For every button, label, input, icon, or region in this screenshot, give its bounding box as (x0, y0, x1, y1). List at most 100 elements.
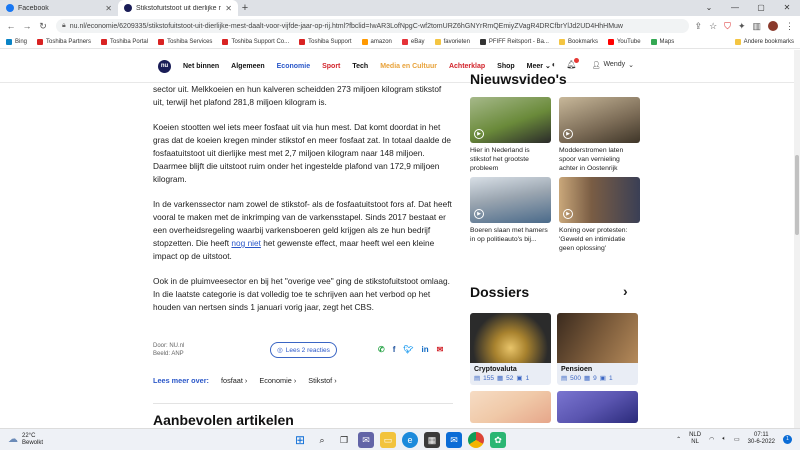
play-icon: ▶ (563, 209, 573, 219)
browser-toolbar-right: ⇪ ☆ ⛉ ✦ ▥ ⋮ (695, 21, 796, 32)
url-input[interactable]: 🔒︎ nu.nl/economie/6209335/stikstofuitsto… (56, 19, 689, 33)
weather-widget[interactable]: ☁ 22°C Bewolkt (8, 433, 43, 447)
profile-avatar-icon[interactable] (768, 21, 778, 31)
lock-icon: 🔒︎ (62, 22, 66, 29)
chevron-right-icon[interactable]: › (623, 283, 628, 299)
bookmark-item[interactable]: Toshiba Support (299, 39, 352, 45)
bookmark-item[interactable]: Bing (6, 39, 27, 45)
nav-shop[interactable]: Shop (497, 63, 515, 70)
dossier-card[interactable]: Pensioen ▤ 500 ▦ 9 ▣ 1 (557, 313, 638, 385)
facebook-icon[interactable]: f (393, 345, 396, 354)
linkedin-icon[interactable]: in (422, 345, 429, 354)
close-window-button[interactable]: ✕ (774, 0, 800, 16)
clock[interactable]: 07:11 30-6-2022 (748, 432, 775, 446)
bookmark-item[interactable]: Toshiba Support Co... (222, 39, 289, 45)
dossier-card[interactable] (470, 391, 551, 423)
video-caption: Hier in Nederland is stikstof het groots… (470, 147, 530, 172)
dark-mode-icon[interactable]: ◐ (552, 60, 557, 69)
reload-button[interactable]: ↻ (36, 21, 50, 32)
tag-link[interactable]: Economie › (259, 376, 296, 385)
inline-link-nog-niet[interactable]: nog niet (231, 238, 261, 248)
folder-icon (434, 39, 441, 45)
edge-icon[interactable]: e (402, 432, 418, 448)
dossiers-heading[interactable]: Dossiers (470, 284, 529, 300)
bookmark-item[interactable]: Toshiba Portal (101, 39, 148, 45)
nav-algemeen[interactable]: Algemeen (231, 63, 264, 70)
read-comments-button[interactable]: ◎ Lees 2 reacties (270, 342, 337, 358)
nav-sport[interactable]: Sport (322, 63, 340, 70)
notifications-bell-icon[interactable]: 🔔︎ (566, 58, 581, 69)
nav-net-binnen[interactable]: Net binnen (183, 63, 219, 70)
nav-meer[interactable]: Meer ⌄ (527, 62, 551, 70)
file-explorer-icon[interactable]: ▭ (380, 432, 396, 448)
video-card[interactable]: ▶ Koning over protesten: 'Geweld en inti… (559, 177, 640, 253)
maximize-button[interactable]: ▢ (748, 0, 774, 16)
tag-link[interactable]: fosfaat › (221, 376, 247, 385)
close-tab-icon[interactable]: ✕ (225, 4, 232, 13)
bookmark-item[interactable]: amazon (361, 39, 392, 45)
store-icon[interactable]: ▦ (424, 432, 440, 448)
photos-icon[interactable]: ✿ (490, 432, 506, 448)
tag-link[interactable]: Stikstof › (308, 376, 336, 385)
volume-icon[interactable]: 🔈︎ (722, 436, 726, 443)
nav-economie[interactable]: Economie (277, 63, 310, 70)
side-panel-icon[interactable]: ▥ (752, 21, 761, 32)
share-icon[interactable]: ⇪ (695, 21, 703, 32)
chevron-right-icon: › (293, 376, 297, 385)
mail-icon[interactable]: ✉ (446, 432, 462, 448)
whatsapp-icon[interactable]: ✆ (378, 345, 385, 354)
article-paragraph: Ook in de pluimveesector en bij het "ove… (153, 276, 450, 312)
search-icon[interactable]: ⌕ (314, 432, 330, 448)
wifi-icon[interactable]: ◠ (709, 436, 714, 443)
bookmark-item[interactable]: Toshiba Partners (37, 39, 91, 45)
bookmarks-bar: Bing Toshiba Partners Toshiba Portal Tos… (0, 36, 800, 49)
videos-heading[interactable]: Nieuwsvideo's (470, 74, 567, 88)
tab-nu-article[interactable]: Stikstofuitstoot uit dierlijke mest daal… (118, 0, 238, 16)
back-button[interactable]: ← (4, 21, 18, 31)
media-icon: ▣ (599, 375, 606, 382)
forward-button[interactable]: → (20, 21, 34, 31)
bookmark-item[interactable]: Maps (650, 39, 674, 45)
other-bookmarks-folder[interactable]: Andere bookmarks (734, 39, 794, 45)
nav-achterklap[interactable]: Achterklap (449, 63, 485, 70)
extensions-puzzle-icon[interactable]: ✦ (738, 21, 746, 32)
nav-media-en-cultuur[interactable]: Media en Cultuur (380, 63, 437, 70)
nav-tech[interactable]: Tech (352, 63, 368, 70)
bookmark-star-icon[interactable]: ☆ (709, 21, 717, 32)
bookmark-item[interactable]: eBay (401, 39, 425, 45)
system-tray: ⌃ NLD NL ◠ 🔈︎ ▭ 07:11 30-6-2022 1 (676, 432, 792, 446)
teams-chat-icon[interactable]: ✉ (358, 432, 374, 448)
language-indicator[interactable]: NLD NL (689, 432, 701, 446)
video-caption: Modderstromen laten spoor van vernieling… (559, 147, 624, 172)
battery-icon[interactable]: ▭ (734, 436, 740, 443)
close-tab-icon[interactable]: ✕ (105, 4, 112, 13)
video-card[interactable]: ▶ Modderstromen laten spoor van vernieli… (559, 97, 640, 173)
tab-search-icon[interactable]: ⌄ (696, 0, 722, 16)
minimize-button[interactable]: — (722, 0, 748, 16)
bookmark-folder[interactable]: Bookmarks (558, 39, 598, 45)
notification-center-icon[interactable]: 1 (783, 434, 792, 444)
browser-menu-icon[interactable]: ⋮ (785, 21, 794, 32)
twitter-icon[interactable]: 🐦︎ (403, 345, 413, 354)
bookmark-item[interactable]: Toshiba Services (158, 39, 212, 45)
bookmark-item[interactable]: YouTube (607, 39, 641, 45)
dossier-card[interactable]: Cryptovaluta ▤ 155 ▦ 52 ▣ 1 (470, 313, 551, 385)
page-scrollbar[interactable] (794, 50, 800, 430)
dossier-card[interactable] (557, 391, 638, 423)
chevron-up-icon[interactable]: ⌃ (676, 436, 681, 443)
new-tab-button[interactable]: + (238, 0, 252, 16)
chrome-icon[interactable] (468, 432, 484, 448)
video-card[interactable]: ▶ Hier in Nederland is stikstof het groo… (470, 97, 551, 173)
user-menu[interactable]: 👤︎ Wendy ⌄ (592, 61, 634, 69)
email-icon[interactable]: ✉ (437, 345, 444, 354)
temperature: 22°C (22, 432, 36, 439)
video-card[interactable]: ▶ Boeren slaan met hamers in op politiea… (470, 177, 551, 253)
scrollbar-thumb[interactable] (795, 155, 799, 235)
nu-logo[interactable]: nu (158, 59, 171, 73)
extension-shield-icon[interactable]: ⛉ (724, 21, 731, 32)
bookmark-folder[interactable]: favorieten (434, 39, 470, 45)
windows-start-icon[interactable]: ⊞ (292, 432, 308, 448)
bookmark-item[interactable]: PFIFF Reitsport - Ba... (479, 39, 549, 45)
task-view-icon[interactable]: ❐ (336, 432, 352, 448)
tab-facebook[interactable]: Facebook ✕ (0, 0, 118, 16)
